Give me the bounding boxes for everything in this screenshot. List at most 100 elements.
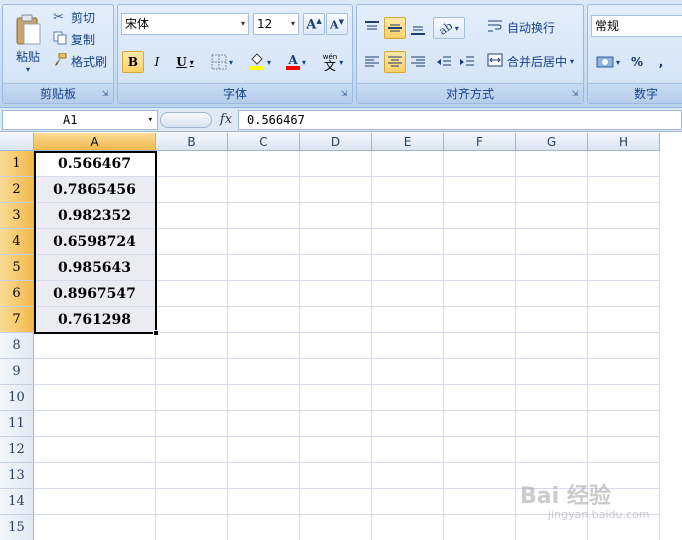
cell-f3[interactable] — [444, 203, 516, 229]
bold-button[interactable]: B — [122, 51, 144, 73]
cell-c13[interactable] — [228, 463, 300, 489]
increase-indent-button[interactable] — [456, 51, 478, 73]
align-bottom-button[interactable] — [407, 17, 429, 39]
cell-e3[interactable] — [372, 203, 444, 229]
cell-a6[interactable]: 0.8967547 — [34, 281, 156, 307]
row-header[interactable]: 3 — [0, 203, 34, 229]
cell-d7[interactable] — [300, 307, 372, 333]
row-header[interactable]: 4 — [0, 229, 34, 255]
cell-f10[interactable] — [444, 385, 516, 411]
cell-c9[interactable] — [228, 359, 300, 385]
cell-h1[interactable] — [588, 151, 660, 177]
cell-f1[interactable] — [444, 151, 516, 177]
cell-a8[interactable] — [34, 333, 156, 359]
cell-e13[interactable] — [372, 463, 444, 489]
select-all-button[interactable] — [0, 133, 34, 151]
cell-c14[interactable] — [228, 489, 300, 515]
column-header-g[interactable]: G — [516, 133, 588, 151]
row-header[interactable]: 9 — [0, 359, 34, 385]
cell-d8[interactable] — [300, 333, 372, 359]
cell-e9[interactable] — [372, 359, 444, 385]
cell-e7[interactable] — [372, 307, 444, 333]
cell-c7[interactable] — [228, 307, 300, 333]
insert-function-button[interactable]: fx — [216, 110, 236, 130]
borders-button[interactable]: ▾ — [206, 51, 238, 73]
cell-e5[interactable] — [372, 255, 444, 281]
cell-g12[interactable] — [516, 437, 588, 463]
cell-b11[interactable] — [156, 411, 228, 437]
cell-b10[interactable] — [156, 385, 228, 411]
row-header[interactable]: 12 — [0, 437, 34, 463]
row-header[interactable]: 15 — [0, 515, 34, 540]
cell-f11[interactable] — [444, 411, 516, 437]
cell-b7[interactable] — [156, 307, 228, 333]
cell-d9[interactable] — [300, 359, 372, 385]
cell-a3[interactable]: 0.982352 — [34, 203, 156, 229]
cell-b5[interactable] — [156, 255, 228, 281]
paste-button[interactable]: 粘贴 ▾ — [7, 7, 49, 81]
cell-e2[interactable] — [372, 177, 444, 203]
cell-a15[interactable] — [34, 515, 156, 540]
cut-button[interactable]: ✂ 剪切 — [53, 9, 95, 26]
cell-e12[interactable] — [372, 437, 444, 463]
cell-a9[interactable] — [34, 359, 156, 385]
cell-a2[interactable]: 0.7865456 — [34, 177, 156, 203]
row-header[interactable]: 1 — [0, 151, 34, 177]
cell-a13[interactable] — [34, 463, 156, 489]
cell-g10[interactable] — [516, 385, 588, 411]
column-header-h[interactable]: H — [588, 133, 660, 151]
cell-c12[interactable] — [228, 437, 300, 463]
paste-dropdown-icon[interactable]: ▾ — [26, 65, 30, 74]
cell-d12[interactable] — [300, 437, 372, 463]
cell-f6[interactable] — [444, 281, 516, 307]
row-header[interactable]: 11 — [0, 411, 34, 437]
cell-b8[interactable] — [156, 333, 228, 359]
cell-e8[interactable] — [372, 333, 444, 359]
cell-f15[interactable] — [444, 515, 516, 540]
percent-button[interactable]: % — [626, 51, 648, 73]
cell-b12[interactable] — [156, 437, 228, 463]
cell-h6[interactable] — [588, 281, 660, 307]
cell-h5[interactable] — [588, 255, 660, 281]
cell-a1[interactable]: 0.566467 — [34, 151, 156, 177]
italic-button[interactable]: I — [146, 51, 168, 73]
cell-h11[interactable] — [588, 411, 660, 437]
cell-h4[interactable] — [588, 229, 660, 255]
formula-input[interactable]: 0.566467 — [238, 110, 682, 130]
cell-d5[interactable] — [300, 255, 372, 281]
cell-b13[interactable] — [156, 463, 228, 489]
cell-c3[interactable] — [228, 203, 300, 229]
cell-h10[interactable] — [588, 385, 660, 411]
orientation-button[interactable]: ab ▾ — [433, 17, 465, 39]
cell-h12[interactable] — [588, 437, 660, 463]
cell-a14[interactable] — [34, 489, 156, 515]
cell-b6[interactable] — [156, 281, 228, 307]
cell-g2[interactable] — [516, 177, 588, 203]
cell-g9[interactable] — [516, 359, 588, 385]
cell-f7[interactable] — [444, 307, 516, 333]
name-box[interactable]: A1 ▾ — [2, 110, 158, 130]
cell-f2[interactable] — [444, 177, 516, 203]
align-center-button[interactable] — [384, 51, 406, 73]
cell-e1[interactable] — [372, 151, 444, 177]
cell-c4[interactable] — [228, 229, 300, 255]
cell-g8[interactable] — [516, 333, 588, 359]
column-header-a[interactable]: A — [34, 133, 156, 151]
cell-d13[interactable] — [300, 463, 372, 489]
cell-f12[interactable] — [444, 437, 516, 463]
cell-e14[interactable] — [372, 489, 444, 515]
cell-g5[interactable] — [516, 255, 588, 281]
cell-f13[interactable] — [444, 463, 516, 489]
cell-a5[interactable]: 0.985643 — [34, 255, 156, 281]
wrap-text-button[interactable]: 自动换行 — [487, 19, 555, 36]
row-header[interactable]: 14 — [0, 489, 34, 515]
cell-e10[interactable] — [372, 385, 444, 411]
column-header-e[interactable]: E — [372, 133, 444, 151]
cell-h3[interactable] — [588, 203, 660, 229]
cell-h8[interactable] — [588, 333, 660, 359]
font-name-combo[interactable]: 宋体 ▾ — [121, 13, 249, 35]
cell-c15[interactable] — [228, 515, 300, 540]
cell-c11[interactable] — [228, 411, 300, 437]
row-header[interactable]: 10 — [0, 385, 34, 411]
cell-b2[interactable] — [156, 177, 228, 203]
